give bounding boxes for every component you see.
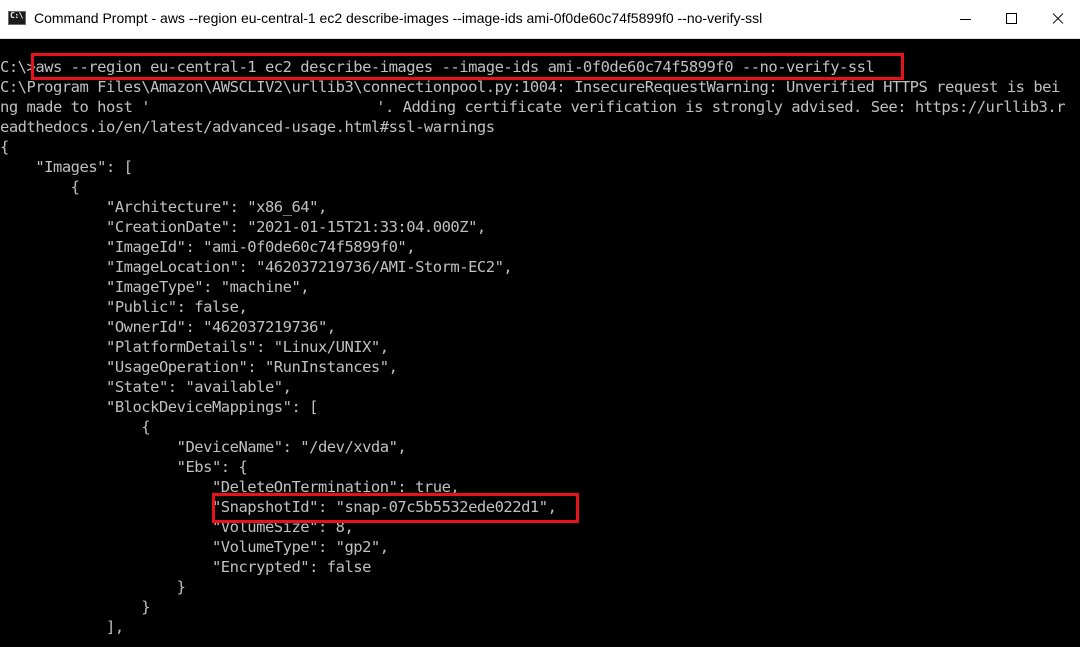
warning-line-2-end: '. Adding certificate verification is st…	[376, 98, 1066, 116]
json-line: "Ebs": {	[0, 458, 248, 476]
cmd-icon	[8, 11, 26, 25]
json-line: "ImageId": "ami-0f0de60c74f5899f0",	[0, 238, 416, 256]
warning-line-2-start: ng made to host '	[0, 98, 151, 116]
json-line: "Encrypted": false	[0, 558, 371, 576]
warning-line-1: C:\Program Files\Amazon\AWSCLIV2\urllib3…	[0, 78, 1060, 96]
json-line: "PlatformDetails": "Linux/UNIX",	[0, 338, 389, 356]
json-line: ],	[0, 618, 124, 636]
warning-line-3: eadthedocs.io/en/latest/advanced-usage.h…	[0, 118, 495, 136]
json-line: "UsageOperation": "RunInstances",	[0, 358, 398, 376]
json-line: "ImageLocation": "462037219736/AMI-Storm…	[0, 258, 513, 276]
json-line: "DeviceName": "/dev/xvda",	[0, 438, 407, 456]
json-line: {	[0, 178, 80, 196]
json-line: }	[0, 598, 151, 616]
title-bar[interactable]: Command Prompt - aws --region eu-central…	[0, 0, 1080, 39]
command-highlight-box	[31, 53, 904, 80]
json-line: "BlockDeviceMappings": [	[0, 398, 318, 416]
json-line: }	[0, 578, 186, 596]
warning-line-2: ng made to host ' '. Adding certificate v…	[0, 98, 1066, 118]
snapshot-highlight-box	[212, 493, 579, 523]
window-title: Command Prompt - aws --region eu-central…	[34, 10, 763, 26]
close-icon[interactable]	[1034, 0, 1080, 38]
json-line: {	[0, 138, 9, 156]
json-line: {	[0, 418, 151, 436]
json-line: "Public": false,	[0, 298, 248, 316]
json-line: "Images": [	[0, 158, 133, 176]
json-line: "Architecture": "x86_64",	[0, 198, 327, 216]
console-output[interactable]: C:\>aws --region eu-central-1 ec2 descri…	[0, 58, 1080, 647]
json-line: "OwnerId": "462037219736",	[0, 318, 336, 336]
json-line: "VolumeType": "gp2",	[0, 538, 389, 556]
maximize-icon[interactable]	[988, 0, 1034, 38]
json-line: "CreationDate": "2021-01-15T21:33:04.000…	[0, 218, 486, 236]
redacted-host	[150, 99, 377, 116]
minimize-icon[interactable]	[942, 0, 988, 38]
json-line: "ImageType": "machine",	[0, 278, 310, 296]
json-line: "State": "available",	[0, 378, 292, 396]
